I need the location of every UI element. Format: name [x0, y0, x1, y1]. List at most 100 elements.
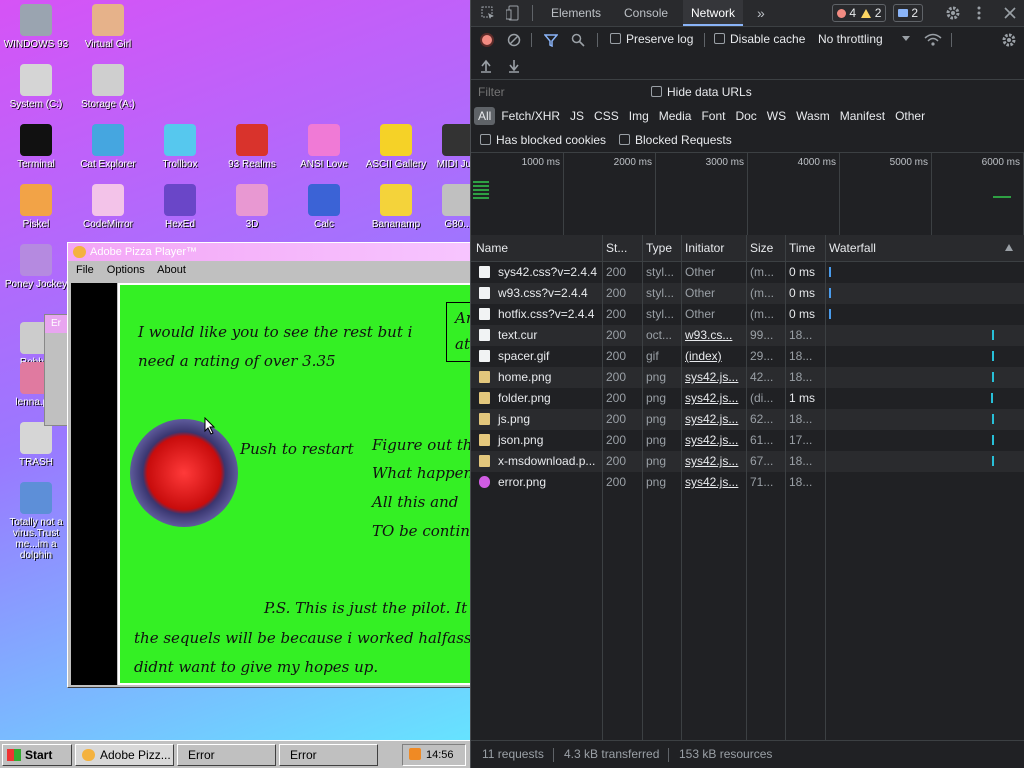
clear-icon[interactable]: [507, 33, 521, 47]
network-settings-gear-icon[interactable]: [1001, 32, 1017, 48]
disable-cache-checkbox[interactable]: Disable cache: [714, 32, 805, 46]
cell-initiator[interactable]: sys42.js...: [685, 409, 745, 430]
type-filter-js[interactable]: JS: [566, 107, 588, 125]
table-row[interactable]: spacer.gif 200 gif (index) 29... 18...: [471, 346, 1024, 367]
desktop-icon-totally-not-a-virus-trust-me-im-a-dolphin[interactable]: Totally not a virus.Trust me...im a dolp…: [0, 482, 72, 561]
column-status[interactable]: St...: [606, 235, 636, 261]
taskbar-item-pizza[interactable]: Adobe Pizz...: [75, 744, 174, 766]
cell-initiator[interactable]: sys42.js...: [685, 472, 745, 493]
desktop-icon-storage-a[interactable]: Storage (A:): [72, 64, 144, 110]
error-window[interactable]: Er: [44, 314, 68, 426]
device-toolbar-icon[interactable]: [506, 5, 520, 21]
desktop-icon-piskel[interactable]: Piskel: [0, 184, 72, 230]
type-filter-doc[interactable]: Doc: [731, 107, 760, 125]
taskbar-item-error[interactable]: Error: [279, 744, 378, 766]
type-filter-font[interactable]: Font: [697, 107, 729, 125]
menu-file[interactable]: File: [76, 264, 94, 276]
type-filter-manifest[interactable]: Manifest: [836, 107, 889, 125]
record-icon[interactable]: [480, 33, 494, 47]
filter-input[interactable]: [474, 83, 638, 101]
pizza-player-window[interactable]: Adobe Pizza Player™ File Options About I…: [67, 242, 470, 688]
column-type[interactable]: Type: [646, 235, 679, 261]
taskbar-item-error[interactable]: Error: [177, 744, 276, 766]
throttling-select[interactable]: No throttling: [818, 32, 914, 46]
close-icon[interactable]: [1004, 7, 1016, 19]
cell-initiator[interactable]: w93.cs...: [685, 325, 745, 346]
tab-elements[interactable]: Elements: [551, 0, 601, 26]
menu-options[interactable]: Options: [107, 264, 145, 276]
type-filter-other[interactable]: Other: [891, 107, 929, 125]
table-row[interactable]: hotfix.css?v=2.4.4 200 styl... Other (m... 0 …: [471, 304, 1024, 325]
desktop-icon-trash[interactable]: TRASH: [0, 422, 72, 468]
desktop-icon-93-realms[interactable]: 93 Realms: [216, 124, 288, 170]
preserve-log-checkbox[interactable]: Preserve log: [610, 32, 693, 46]
desktop-icon-trollbox[interactable]: Trollbox: [144, 124, 216, 170]
table-row[interactable]: text.cur 200 oct... w93.cs... 99... 18...: [471, 325, 1024, 346]
teapot-icon: [236, 184, 268, 216]
filter-icon[interactable]: [544, 33, 558, 47]
inspect-element-icon[interactable]: [481, 6, 495, 20]
pizza-window-titlebar[interactable]: Adobe Pizza Player™: [68, 243, 470, 261]
type-filter-css[interactable]: CSS: [590, 107, 623, 125]
type-filter-wasm[interactable]: Wasm: [792, 107, 834, 125]
column-waterfall[interactable]: Waterfall: [829, 235, 949, 261]
menu-about[interactable]: About: [157, 264, 186, 276]
table-row[interactable]: w93.css?v=2.4.4 200 styl... Other (m... 0 ms: [471, 283, 1024, 304]
sort-ascending-icon[interactable]: [1005, 244, 1013, 251]
desktop-icon-midi-ju[interactable]: MIDI Ju...: [422, 124, 470, 170]
column-name[interactable]: Name: [476, 235, 601, 261]
type-filter-ws[interactable]: WS: [763, 107, 790, 125]
settings-gear-icon[interactable]: [945, 5, 961, 21]
desktop-icon-windows-93[interactable]: WINDOWS 93: [0, 4, 72, 50]
tab-console[interactable]: Console: [624, 0, 668, 26]
issues-counter[interactable]: 4 2: [832, 4, 887, 22]
type-filter-media[interactable]: Media: [655, 107, 696, 125]
start-button[interactable]: Start: [2, 744, 72, 766]
computer-icon: [20, 4, 52, 36]
type-filter-fetch-xhr[interactable]: Fetch/XHR: [497, 107, 564, 125]
restart-button[interactable]: [130, 419, 238, 527]
table-row[interactable]: error.png 200 png sys42.js... 71... 18...: [471, 472, 1024, 493]
more-tabs-button[interactable]: »: [757, 0, 765, 26]
table-row[interactable]: json.png 200 png sys42.js... 61... 17...: [471, 430, 1024, 451]
cell-initiator[interactable]: sys42.js...: [685, 388, 745, 409]
desktop-icon-poney-jockey[interactable]: Poney Jockey: [0, 244, 72, 290]
network-conditions-icon[interactable]: [924, 33, 942, 47]
desktop-icon-3d[interactable]: 3D: [216, 184, 288, 230]
column-initiator[interactable]: Initiator: [685, 235, 745, 261]
kebab-menu-icon[interactable]: [976, 5, 982, 21]
network-overview[interactable]: 1000 ms 2000 ms 3000 ms 4000 ms 5000 ms 6000 …: [471, 153, 1024, 235]
column-time[interactable]: Time: [789, 235, 823, 261]
cell-initiator[interactable]: sys42.js...: [685, 430, 745, 451]
desktop-icon-ansi-love[interactable]: ANSI Love: [288, 124, 360, 170]
desktop-icon-system-c[interactable]: System (C:): [0, 64, 72, 110]
column-size[interactable]: Size: [750, 235, 780, 261]
cell-initiator[interactable]: sys42.js...: [685, 367, 745, 388]
table-row[interactable]: home.png 200 png sys42.js... 42... 18...: [471, 367, 1024, 388]
cell-initiator[interactable]: sys42.js...: [685, 451, 745, 472]
table-row[interactable]: sys42.css?v=2.4.4 200 styl... Other (m... 0 m…: [471, 262, 1024, 283]
table-row[interactable]: folder.png 200 png sys42.js... (di... 1 ms: [471, 388, 1024, 409]
type-filter-all[interactable]: All: [474, 107, 496, 125]
export-har-icon[interactable]: [508, 59, 520, 73]
import-har-icon[interactable]: [480, 59, 492, 73]
rss-icon[interactable]: [409, 748, 421, 760]
table-row[interactable]: x-msdownload.p... 200 png sys42.js... 67... 1…: [471, 451, 1024, 472]
desktop-icon-calc[interactable]: Calc: [288, 184, 360, 230]
desktop-icon-codemirror[interactable]: CodeMirror: [72, 184, 144, 230]
type-filter-img[interactable]: Img: [625, 107, 653, 125]
desktop-icon-g80[interactable]: G80...: [422, 184, 470, 230]
cell-initiator[interactable]: (index): [685, 346, 745, 367]
desktop-icon-cat-explorer[interactable]: Cat Explorer: [72, 124, 144, 170]
desktop-icon-terminal[interactable]: Terminal: [0, 124, 72, 170]
system-tray: 14:56: [402, 744, 466, 766]
has-blocked-cookies-checkbox[interactable]: Has blocked cookies: [480, 133, 606, 147]
table-row[interactable]: js.png 200 png sys42.js... 62... 18...: [471, 409, 1024, 430]
blocked-requests-checkbox[interactable]: Blocked Requests: [619, 133, 732, 147]
tab-network[interactable]: Network: [683, 0, 743, 26]
desktop-icon-hexed[interactable]: HexEd: [144, 184, 216, 230]
search-icon[interactable]: [571, 33, 585, 47]
hide-data-urls-checkbox[interactable]: Hide data URLs: [651, 85, 752, 99]
desktop-icon-virtual-girl[interactable]: Virtual Girl: [72, 4, 144, 50]
messages-counter[interactable]: 2: [893, 4, 924, 22]
